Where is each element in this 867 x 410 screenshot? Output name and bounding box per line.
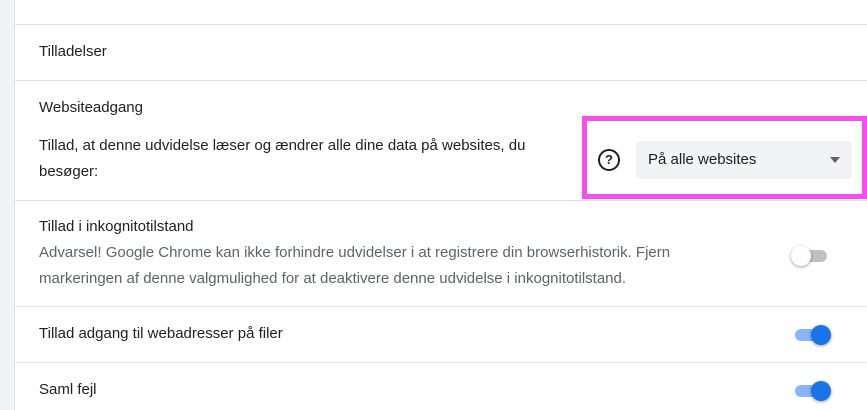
incognito-title: Tillad i inkognitotilstand	[39, 218, 194, 235]
permissions-heading: Tilladelser	[39, 43, 107, 60]
toggle-knob	[811, 325, 831, 345]
settings-card: Tilladelser Websiteadgang Tillad, at den…	[14, 0, 867, 410]
incognito-toggle[interactable]	[791, 245, 829, 266]
toggle-knob	[811, 381, 831, 401]
annotation-highlight-box	[582, 116, 867, 199]
collect-errors-row: Saml fejl	[15, 362, 867, 410]
file-urls-title: Tillad adgang til webadresser på filer	[39, 325, 283, 342]
top-row	[15, 0, 867, 25]
site-access-description-line2: besøger:	[39, 163, 99, 180]
incognito-warning-line1: Advarsel! Google Chrome kan ikke forhind…	[39, 244, 671, 261]
toggle-knob	[791, 246, 811, 266]
incognito-row: Tillad i inkognitotilstand Advarsel! Goo…	[15, 200, 867, 307]
site-access-heading: Websiteadgang	[39, 99, 143, 116]
file-urls-toggle[interactable]	[793, 324, 831, 345]
incognito-warning-line2: markeringen af denne valgmulighed for at…	[39, 270, 627, 287]
site-access-description-line1: Tillad, at denne udvidelse læser og ændr…	[39, 137, 526, 154]
file-urls-row: Tillad adgang til webadresser på filer	[15, 306, 867, 363]
collect-errors-toggle[interactable]	[793, 380, 831, 401]
collect-errors-title: Saml fejl	[39, 381, 97, 398]
permissions-row: Tilladelser	[15, 24, 867, 81]
